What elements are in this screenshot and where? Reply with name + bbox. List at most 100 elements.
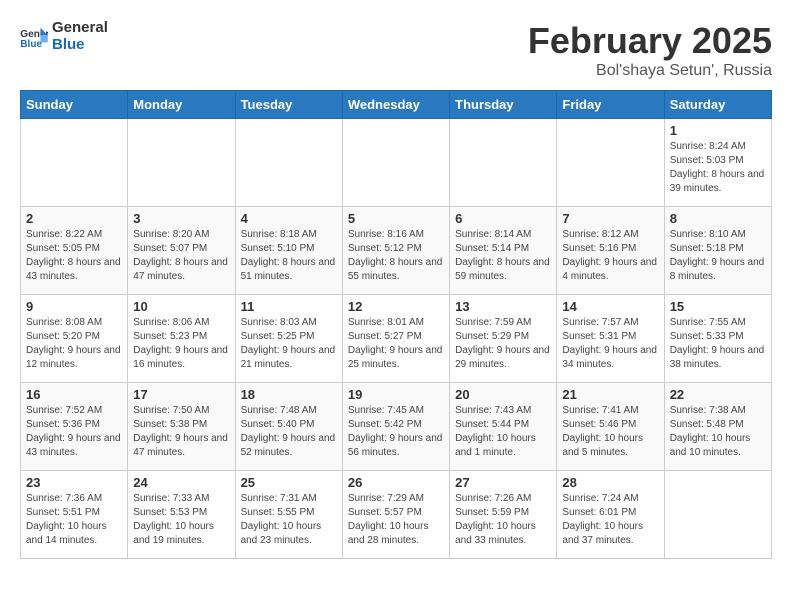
day-number: 21: [562, 387, 658, 402]
day-number: 11: [241, 299, 337, 314]
calendar-title: February 2025: [528, 20, 772, 62]
day-info: Sunrise: 7:29 AM Sunset: 5:57 PM Dayligh…: [348, 492, 444, 548]
calendar-cell: 27Sunrise: 7:26 AM Sunset: 5:59 PM Dayli…: [450, 471, 557, 559]
calendar-cell: 8 Sunrise: 8:10 AM Sunset: 5:18 PM Daylig…: [664, 207, 771, 295]
day-info: Sunrise: 8:22 AM Sunset: 5:05 PM Dayligh…: [26, 228, 122, 284]
day-info: Sunrise: 8:20 AM Sunset: 5:07 PM Dayligh…: [133, 228, 229, 284]
calendar-cell: 21Sunrise: 7:41 AM Sunset: 5:46 PM Dayli…: [557, 383, 664, 471]
calendar-week-row: 23 Sunrise: 7:36 AM Sunset: 5:51 PM Dayli…: [21, 471, 772, 559]
day-info: Sunrise: 8:24 AM Sunset: 5:03 PM Dayligh…: [670, 140, 766, 196]
calendar-cell: 23 Sunrise: 7:36 AM Sunset: 5:51 PM Dayli…: [21, 471, 128, 559]
day-info: Sunrise: 8:12 AM Sunset: 5:16 PM Dayligh…: [562, 228, 658, 284]
calendar-cell: 11 Sunrise: 8:03 AM Sunset: 5:25 PM Dayli…: [235, 295, 342, 383]
day-info: Sunrise: 7:24 AM Sunset: 6:01 PM Dayligh…: [562, 492, 658, 548]
day-number: 14: [562, 299, 658, 314]
day-number: 15: [670, 299, 766, 314]
day-number: 10: [133, 299, 229, 314]
day-info: Sunrise: 7:31 AM Sunset: 5:55 PM Dayligh…: [241, 492, 337, 548]
header-day: Monday: [128, 91, 235, 119]
day-info: Sunrise: 8:06 AM Sunset: 5:23 PM Dayligh…: [133, 316, 229, 372]
day-info: Sunrise: 8:01 AM Sunset: 5:27 PM Dayligh…: [348, 316, 444, 372]
day-number: 9: [26, 299, 122, 314]
calendar-cell: 9 Sunrise: 8:08 AM Sunset: 5:20 PM Daylig…: [21, 295, 128, 383]
calendar-cell: 28 Sunrise: 7:24 AM Sunset: 6:01 PM Dayli…: [557, 471, 664, 559]
header-day: Sunday: [21, 91, 128, 119]
day-info: Sunrise: 7:33 AM Sunset: 5:53 PM Dayligh…: [133, 492, 229, 548]
day-info: Sunrise: 7:45 AM Sunset: 5:42 PM Dayligh…: [348, 404, 444, 460]
calendar-week-row: 16 Sunrise: 7:52 AM Sunset: 5:36 PM Dayli…: [21, 383, 772, 471]
calendar-header: SundayMondayTuesdayWednesdayThursdayFrid…: [21, 91, 772, 119]
day-number: 13: [455, 299, 551, 314]
header-row: SundayMondayTuesdayWednesdayThursdayFrid…: [21, 91, 772, 119]
calendar-cell: 24 Sunrise: 7:33 AM Sunset: 5:53 PM Dayli…: [128, 471, 235, 559]
header-day: Saturday: [664, 91, 771, 119]
day-number: 26: [348, 475, 444, 490]
calendar-cell: 19 Sunrise: 7:45 AM Sunset: 5:42 PM Dayli…: [342, 383, 449, 471]
title-section: February 2025 Bol'shaya Setun', Russia: [528, 20, 772, 80]
calendar-cell: [664, 471, 771, 559]
day-number: 24: [133, 475, 229, 490]
day-number: 17: [133, 387, 229, 402]
calendar-cell: 13Sunrise: 7:59 AM Sunset: 5:29 PM Dayli…: [450, 295, 557, 383]
calendar-cell: [557, 119, 664, 207]
day-info: Sunrise: 8:16 AM Sunset: 5:12 PM Dayligh…: [348, 228, 444, 284]
day-info: Sunrise: 7:52 AM Sunset: 5:36 PM Dayligh…: [26, 404, 122, 460]
calendar-cell: [342, 119, 449, 207]
calendar-cell: 1Sunrise: 8:24 AM Sunset: 5:03 PM Daylig…: [664, 119, 771, 207]
calendar-cell: 4 Sunrise: 8:18 AM Sunset: 5:10 PM Daylig…: [235, 207, 342, 295]
day-number: 6: [455, 211, 551, 226]
calendar-cell: [128, 119, 235, 207]
day-info: Sunrise: 8:18 AM Sunset: 5:10 PM Dayligh…: [241, 228, 337, 284]
calendar-cell: 7 Sunrise: 8:12 AM Sunset: 5:16 PM Daylig…: [557, 207, 664, 295]
day-info: Sunrise: 7:48 AM Sunset: 5:40 PM Dayligh…: [241, 404, 337, 460]
day-info: Sunrise: 8:10 AM Sunset: 5:18 PM Dayligh…: [670, 228, 766, 284]
day-info: Sunrise: 8:03 AM Sunset: 5:25 PM Dayligh…: [241, 316, 337, 372]
calendar-cell: 5 Sunrise: 8:16 AM Sunset: 5:12 PM Daylig…: [342, 207, 449, 295]
calendar-week-row: 1Sunrise: 8:24 AM Sunset: 5:03 PM Daylig…: [21, 119, 772, 207]
calendar-week-row: 2Sunrise: 8:22 AM Sunset: 5:05 PM Daylig…: [21, 207, 772, 295]
header-day: Tuesday: [235, 91, 342, 119]
day-info: Sunrise: 7:55 AM Sunset: 5:33 PM Dayligh…: [670, 316, 766, 372]
day-info: Sunrise: 7:36 AM Sunset: 5:51 PM Dayligh…: [26, 492, 122, 548]
page-header: General Blue General Blue February 2025 …: [20, 20, 772, 80]
logo: General Blue General Blue: [20, 20, 108, 53]
day-number: 5: [348, 211, 444, 226]
logo-general: General: [52, 20, 108, 37]
svg-text:Blue: Blue: [20, 39, 42, 48]
calendar-cell: 26 Sunrise: 7:29 AM Sunset: 5:57 PM Dayli…: [342, 471, 449, 559]
day-number: 4: [241, 211, 337, 226]
day-number: 23: [26, 475, 122, 490]
calendar-cell: 2Sunrise: 8:22 AM Sunset: 5:05 PM Daylig…: [21, 207, 128, 295]
logo-icon: General Blue: [20, 26, 48, 48]
day-number: 7: [562, 211, 658, 226]
day-info: Sunrise: 7:38 AM Sunset: 5:48 PM Dayligh…: [670, 404, 766, 460]
calendar-subtitle: Bol'shaya Setun', Russia: [528, 62, 772, 80]
calendar-cell: 3Sunrise: 8:20 AM Sunset: 5:07 PM Daylig…: [128, 207, 235, 295]
day-number: 22: [670, 387, 766, 402]
day-number: 8: [670, 211, 766, 226]
day-info: Sunrise: 7:50 AM Sunset: 5:38 PM Dayligh…: [133, 404, 229, 460]
calendar-cell: 25 Sunrise: 7:31 AM Sunset: 5:55 PM Dayli…: [235, 471, 342, 559]
header-day: Thursday: [450, 91, 557, 119]
calendar-cell: 15 Sunrise: 7:55 AM Sunset: 5:33 PM Dayli…: [664, 295, 771, 383]
day-info: Sunrise: 7:43 AM Sunset: 5:44 PM Dayligh…: [455, 404, 551, 460]
day-info: Sunrise: 8:14 AM Sunset: 5:14 PM Dayligh…: [455, 228, 551, 284]
day-number: 25: [241, 475, 337, 490]
day-number: 19: [348, 387, 444, 402]
calendar-cell: 16 Sunrise: 7:52 AM Sunset: 5:36 PM Dayli…: [21, 383, 128, 471]
header-day: Friday: [557, 91, 664, 119]
calendar-week-row: 9 Sunrise: 8:08 AM Sunset: 5:20 PM Daylig…: [21, 295, 772, 383]
calendar-cell: 6 Sunrise: 8:14 AM Sunset: 5:14 PM Daylig…: [450, 207, 557, 295]
day-number: 16: [26, 387, 122, 402]
calendar-cell: 20 Sunrise: 7:43 AM Sunset: 5:44 PM Dayli…: [450, 383, 557, 471]
day-info: Sunrise: 8:08 AM Sunset: 5:20 PM Dayligh…: [26, 316, 122, 372]
day-number: 28: [562, 475, 658, 490]
calendar-cell: 17 Sunrise: 7:50 AM Sunset: 5:38 PM Dayli…: [128, 383, 235, 471]
day-number: 12: [348, 299, 444, 314]
day-number: 18: [241, 387, 337, 402]
day-info: Sunrise: 7:26 AM Sunset: 5:59 PM Dayligh…: [455, 492, 551, 548]
calendar-cell: 10 Sunrise: 8:06 AM Sunset: 5:23 PM Dayli…: [128, 295, 235, 383]
calendar-cell: [21, 119, 128, 207]
day-number: 20: [455, 387, 551, 402]
calendar-table: SundayMondayTuesdayWednesdayThursdayFrid…: [20, 90, 772, 559]
